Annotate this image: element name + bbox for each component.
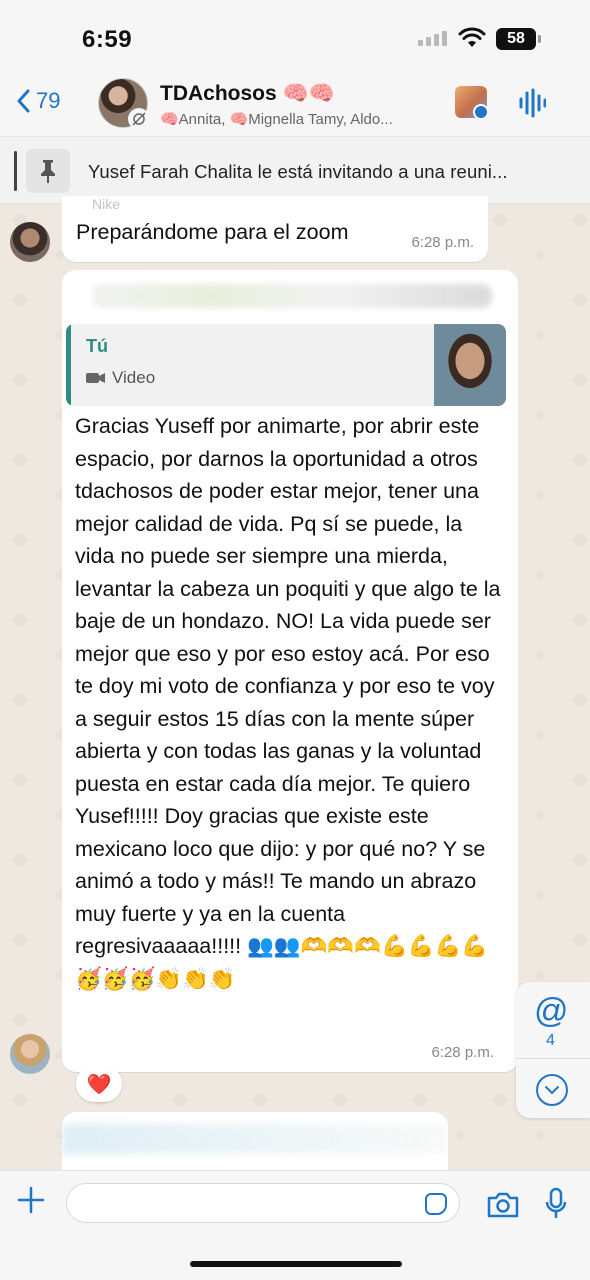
message-bubble[interactable]: Tú Video Gracias Yuseff por animarte, po… [62, 270, 518, 1072]
divider [516, 1058, 590, 1059]
unread-count: 79 [36, 88, 61, 113]
quote-media-type: Video [86, 368, 155, 388]
message-bubble[interactable]: Nike Preparándome para el zoom 6:28 p.m. [62, 196, 488, 262]
plus-icon[interactable] [16, 1185, 46, 1221]
quoted-message[interactable]: Tú Video [66, 324, 506, 406]
video-camera-icon [86, 373, 105, 383]
chevron-left-icon [17, 89, 30, 113]
message-time: 6:28 p.m. [411, 234, 474, 251]
pin-indicator [14, 151, 17, 191]
audio-wave-icon[interactable] [518, 88, 546, 118]
cellular-signal-icon [418, 31, 447, 46]
pin-icon [26, 149, 70, 193]
message-bubble-partial[interactable] [62, 1112, 448, 1172]
sender-name-blurred [92, 284, 492, 308]
mute-icon [128, 108, 150, 130]
home-indicator [190, 1261, 402, 1267]
sender-avatar[interactable] [10, 222, 50, 262]
quote-author: Tú [86, 336, 108, 356]
message-input[interactable] [66, 1183, 460, 1223]
status-bar: 6:59 58 [0, 0, 590, 72]
group-title[interactable]: TDAchosos 🧠🧠 [160, 82, 335, 106]
floating-navigation: @ 4 [516, 982, 590, 1118]
mention-count: 4 [546, 1032, 555, 1049]
composer-bar [0, 1170, 590, 1280]
camera-icon[interactable] [486, 1191, 520, 1219]
blurred-content [62, 1124, 448, 1154]
wifi-icon [458, 27, 486, 47]
quote-accent-bar [66, 324, 71, 406]
chat-header: 79 TDAchosos 🧠🧠 🧠Annita, 🧠Mignella Tamy,… [0, 72, 590, 136]
message-text: Preparándome para el zoom [76, 220, 349, 244]
sticker-icon[interactable] [425, 1193, 447, 1215]
check-badge-icon [473, 104, 489, 120]
sender-avatar[interactable] [10, 1034, 50, 1074]
battery-icon: 58 [496, 28, 541, 50]
status-time: 6:59 [82, 26, 133, 53]
message-time: 6:28 p.m. [431, 1044, 494, 1061]
scroll-to-bottom-button[interactable] [536, 1074, 568, 1106]
chevron-down-icon [545, 1086, 559, 1095]
pinned-message-text: Yusef Farah Chalita le está invitando a … [88, 161, 508, 182]
quoted-video-thumbnail [434, 324, 506, 406]
quote-type-label: Video [112, 368, 156, 387]
microphone-icon[interactable] [544, 1187, 568, 1221]
back-button[interactable]: 79 [16, 88, 60, 114]
reaction-heart[interactable]: ❤️ [76, 1066, 122, 1102]
sender-name: Nike [92, 196, 121, 212]
message-text: Gracias Yuseff por animarte, por abrir e… [75, 414, 501, 991]
pinned-message-bar[interactable]: Yusef Farah Chalita le está invitando a … [0, 136, 590, 204]
group-members[interactable]: 🧠Annita, 🧠Mignella Tamy, Aldo... [160, 110, 440, 128]
mention-button[interactable]: @ [534, 992, 569, 1031]
